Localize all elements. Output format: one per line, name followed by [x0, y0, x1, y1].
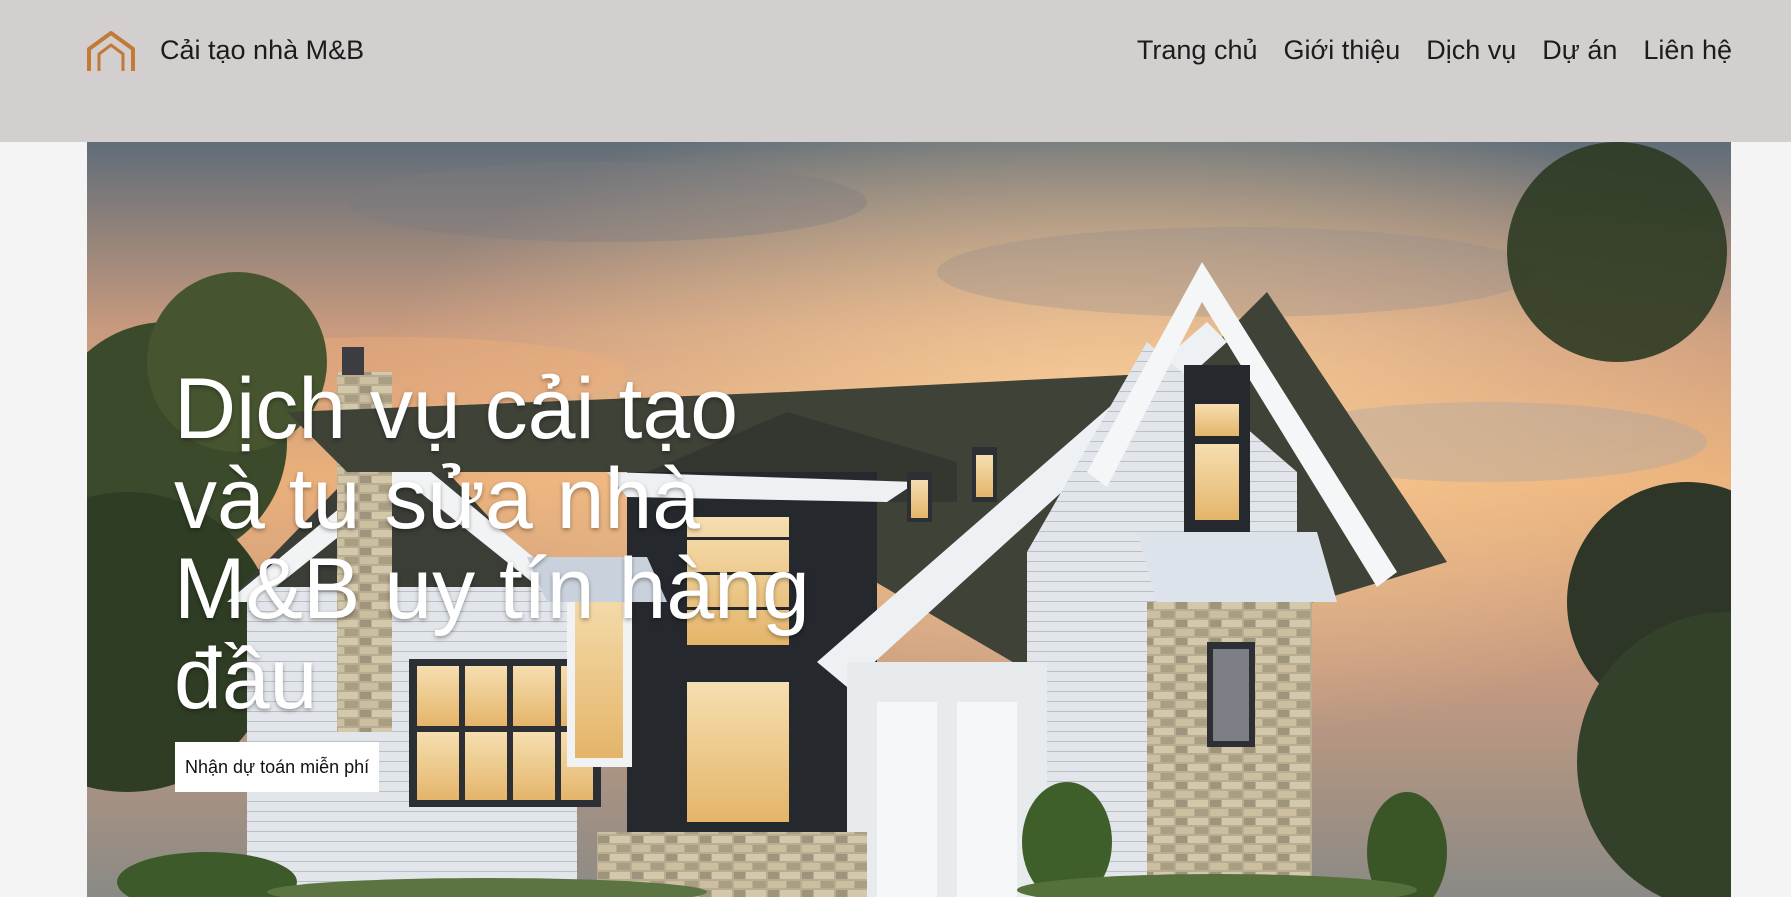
brand-name[interactable]: Cải tạo nhà M&B — [160, 35, 364, 66]
hero-title: Dịch vụ cải tạo và tu sửa nhà M&B uy tín… — [174, 361, 810, 727]
house-logo-icon[interactable] — [86, 30, 136, 74]
main-nav: Trang chủ Giới thiệu Dịch vụ Dự án Liên … — [1137, 35, 1732, 66]
site-header: Cải tạo nhà M&B Trang chủ Giới thiệu Dịc… — [0, 0, 1791, 142]
nav-projects[interactable]: Dự án — [1542, 35, 1617, 66]
free-estimate-button[interactable]: Nhận dự toán miễn phí — [175, 742, 380, 792]
nav-contact[interactable]: Liên hệ — [1643, 35, 1732, 66]
nav-services[interactable]: Dịch vụ — [1426, 35, 1516, 66]
nav-about[interactable]: Giới thiệu — [1284, 35, 1401, 66]
nav-home[interactable]: Trang chủ — [1137, 35, 1258, 66]
hero-banner: Dịch vụ cải tạo và tu sửa nhà M&B uy tín… — [87, 142, 1731, 897]
